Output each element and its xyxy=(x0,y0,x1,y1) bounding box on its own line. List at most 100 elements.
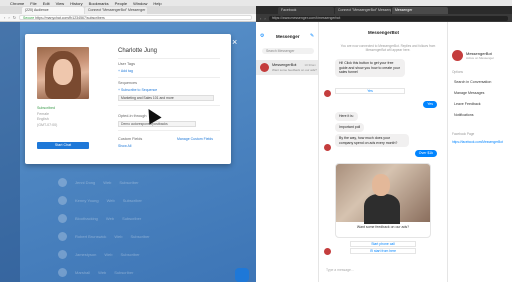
options-header: Options xyxy=(452,70,463,74)
tab-strip: Facebook Connect "MessengerBot" Messenge… xyxy=(256,6,512,14)
row-status: Subscriber xyxy=(122,197,142,203)
reload-icon[interactable]: ↻ xyxy=(13,15,16,20)
chat-header: MessengerBot xyxy=(367,30,399,35)
image-card[interactable]: Want some feedback on our ads? xyxy=(335,163,431,238)
add-tag-link[interactable]: + Add tag xyxy=(118,69,133,73)
show-all-link[interactable]: Show All xyxy=(118,144,131,148)
avatar xyxy=(58,249,67,259)
divider xyxy=(118,77,220,78)
bot-message: Important poll xyxy=(335,123,365,132)
conversation-item[interactable]: MessengerBot Want some feedback on our a… xyxy=(256,60,318,75)
menu-window[interactable]: Window xyxy=(133,1,147,6)
user-message: Yes xyxy=(423,101,437,108)
row-source: Web xyxy=(98,269,107,275)
settings-icon[interactable]: ⚙ xyxy=(260,33,264,39)
notifications-toggle[interactable]: Notifications xyxy=(454,113,474,117)
manage-custom-fields-link[interactable]: Manage Custom Fields xyxy=(177,137,213,141)
tab-strip: (220) Audience Connect "MessengerBot" Me… xyxy=(0,6,256,14)
row-name: Marshall xyxy=(75,269,91,275)
avatar xyxy=(260,63,269,72)
subscribe-sequence-link[interactable]: + Subscribe to Sequence xyxy=(118,88,157,92)
opted-in-label: Opted-in through xyxy=(118,114,147,118)
menu-help[interactable]: Help xyxy=(153,1,161,6)
left-browser-window: (220) Audience Connect "MessengerBot" Me… xyxy=(0,6,256,282)
row-name: Jenni Dong xyxy=(75,179,96,185)
conversation-name: MessengerBot xyxy=(272,63,297,67)
sequence-tag[interactable]: Marketing and Sales 101 and more xyxy=(118,95,214,101)
conversation-list: ⚙ Messenger ✎ Search Messenger Messenger… xyxy=(256,22,319,282)
user-message: Over $1k xyxy=(414,150,437,157)
row-source: Web xyxy=(105,215,115,221)
divider xyxy=(118,105,220,106)
card-button-call[interactable]: Start phone call xyxy=(350,241,416,247)
avatar xyxy=(58,177,67,187)
avatar xyxy=(58,213,67,223)
forward-icon[interactable]: › xyxy=(8,15,9,20)
row-status: Subscriber xyxy=(120,251,140,257)
messenger-title: Messenger xyxy=(276,34,300,39)
bot-avatar xyxy=(324,144,331,151)
message-input[interactable]: Type a message... xyxy=(320,268,447,272)
opted-in-source[interactable]: Demo autoresponse/postbacks xyxy=(118,121,196,127)
quick-reply-yes[interactable]: Yes xyxy=(335,88,405,94)
url-field[interactable]: Secure https://manychat.com/fb1234567/su… xyxy=(19,15,252,20)
compose-icon[interactable]: ✎ xyxy=(310,33,314,39)
menu-people[interactable]: People xyxy=(115,1,127,6)
subscriber-photo xyxy=(37,47,89,99)
menu-chrome[interactable]: Chrome xyxy=(10,1,24,6)
tab-connect-bot[interactable]: Connect "MessengerBot" Messenger xyxy=(335,7,391,14)
menu-history[interactable]: History xyxy=(70,1,82,6)
manage-messages[interactable]: Manage Messages xyxy=(454,91,484,95)
close-icon[interactable]: × xyxy=(232,38,237,47)
menu-bookmarks[interactable]: Bookmarks xyxy=(89,1,109,6)
forward-icon[interactable]: › xyxy=(264,16,265,21)
tab-audience[interactable]: (220) Audience xyxy=(22,7,84,14)
secure-label: Secure xyxy=(23,16,35,20)
menu-file[interactable]: File xyxy=(30,1,36,6)
table-row[interactable]: Bloothacking Web Subscriber xyxy=(58,210,248,226)
row-source: Web xyxy=(106,197,115,203)
leave-feedback[interactable]: Leave Feedback xyxy=(454,102,481,106)
bot-message: Hi! Click this button to get your free g… xyxy=(335,59,405,77)
system-message: You are now connected to MessengerBot. R… xyxy=(340,44,436,52)
tab-messenger[interactable]: Messenger xyxy=(392,7,448,14)
row-name: Jamestyson xyxy=(75,251,97,257)
table-row[interactable]: Marshall Web Subscriber xyxy=(58,264,248,280)
timezone-label: (GMT-07:00) xyxy=(37,122,58,127)
url-field[interactable]: https://www.messenger.com/t/messengerbot xyxy=(268,15,508,21)
facebook-page-header: Facebook Page xyxy=(452,132,475,136)
facebook-page-link[interactable]: https://facebook.com/MessengerBot xyxy=(452,140,503,144)
custom-fields-label: Custom Fields xyxy=(118,137,143,141)
support-chat-icon[interactable] xyxy=(235,268,249,282)
table-row[interactable]: Jenni Dong Web Subscriber xyxy=(58,174,248,190)
search-input[interactable]: Search Messenger xyxy=(262,48,314,54)
conversation-preview: Want some feedback on our ads? xyxy=(272,68,317,72)
menu-edit[interactable]: Edit xyxy=(43,1,50,6)
subscriber-name: Charlotte Jung xyxy=(118,48,158,54)
bot-avatar xyxy=(324,90,331,97)
back-icon[interactable]: ‹ xyxy=(260,16,261,21)
row-source: Web xyxy=(114,233,123,239)
table-row[interactable]: Kenny Young Web Subscriber xyxy=(58,192,248,208)
avatar xyxy=(58,195,67,205)
tab-connect-bot[interactable]: Connect "MessengerBot" Messenger xyxy=(85,7,147,14)
back-icon[interactable]: ‹ xyxy=(4,15,5,20)
table-row[interactable]: Jamestyson Web Subscriber xyxy=(58,246,248,262)
status-badge: Subscribed xyxy=(37,106,55,110)
search-in-conversation[interactable]: Search in Conversation xyxy=(454,80,491,84)
table-row[interactable]: Robert Brunswick Web Subscriber xyxy=(58,228,248,244)
tab-facebook[interactable]: Facebook xyxy=(278,7,334,14)
address-bar: ‹ › ↻ Secure https://manychat.com/fb1234… xyxy=(0,14,256,22)
menu-view[interactable]: View xyxy=(56,1,65,6)
subscriber-modal: Subscribed Female English (GMT-07:00) St… xyxy=(25,34,231,164)
right-browser-window: Facebook Connect "MessengerBot" Messenge… xyxy=(256,6,512,282)
row-name: Robert Brunswick xyxy=(75,233,107,239)
bot-avatar xyxy=(324,248,331,255)
bot-message: By the way, how much does your company s… xyxy=(335,134,409,148)
card-image xyxy=(336,164,430,224)
row-status: Subscriber xyxy=(130,233,150,239)
start-chat-button[interactable]: Start Chat xyxy=(37,142,89,149)
row-source: Web xyxy=(103,179,112,185)
user-tags-label: User Tags xyxy=(118,62,136,66)
card-button-start[interactable]: I'll start from here xyxy=(350,248,416,254)
